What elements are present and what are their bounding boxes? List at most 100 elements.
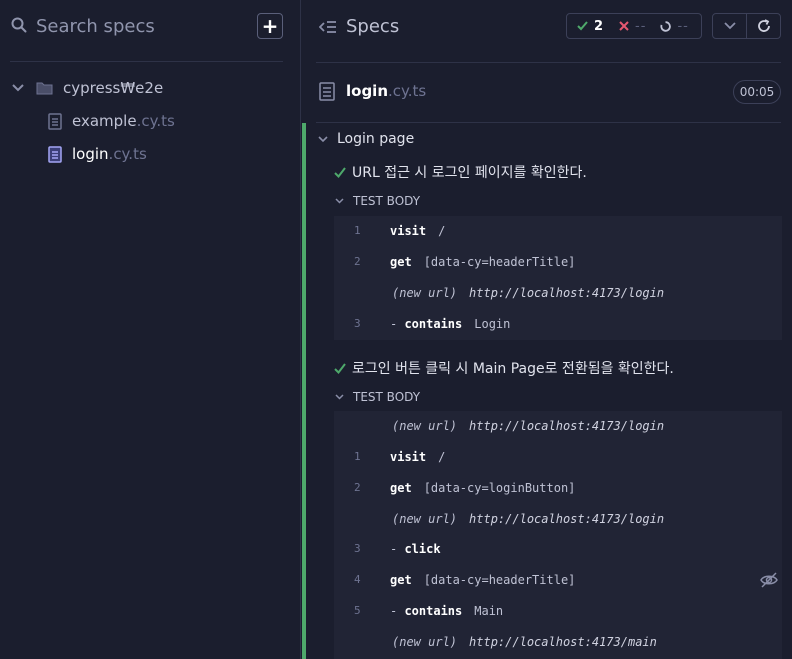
event-type: (new url) <box>392 635 458 649</box>
tree-folder-row[interactable]: cypress₩e2e <box>12 75 163 101</box>
command-message: [data-cy=headerTitle] <box>423 573 576 587</box>
sidebar-divider <box>10 61 283 62</box>
event-type: (new url) <box>392 512 458 526</box>
command-row[interactable]: 1 visit / <box>334 216 782 247</box>
file-icon <box>319 82 335 101</box>
event-row[interactable]: (new url) http://localhost:4173/login <box>334 504 782 535</box>
event-row[interactable]: (new url) http://localhost:4173/login <box>334 411 782 442</box>
specs-sidebar: + cypress₩e2e example.cy.ts login.cy.ts <box>0 0 301 659</box>
chevron-down-icon <box>335 198 344 204</box>
command-name: visit / <box>390 224 445 238</box>
duration-badge: 00:05 <box>733 80 781 104</box>
test-title-label: URL 접근 시 로그인 페이지를 확인한다. <box>352 165 587 181</box>
failed-stat: -- <box>613 19 646 34</box>
command-number: 1 <box>354 450 361 463</box>
check-icon <box>577 21 588 31</box>
header-controls <box>712 13 781 39</box>
test-title-label: 로그인 버튼 클릭 시 Main Page로 전환됨을 확인한다. <box>352 361 674 377</box>
event-url: http://localhost:4173/login <box>469 286 665 300</box>
search-icon <box>11 17 27 33</box>
command-message: / <box>438 450 446 464</box>
check-icon <box>334 166 346 178</box>
command-row[interactable]: 3 contains Login <box>334 309 782 340</box>
command-log: 1 visit / 2 get [data-cy=headerTitle] (new… <box>334 216 782 340</box>
event-url: http://localhost:4173/login <box>469 419 665 433</box>
event-label: (new url) http://localhost:4173/login <box>392 286 664 300</box>
pending-icon <box>660 20 672 32</box>
passed-count: 2 <box>594 18 604 34</box>
tree-file-row-active[interactable]: login .cy.ts <box>48 141 147 167</box>
test-title[interactable]: 로그인 버튼 클릭 시 Main Page로 전환됨을 확인한다. <box>334 358 674 378</box>
chevron-down-icon <box>335 394 344 400</box>
command-row[interactable]: 5 contains Main <box>334 596 782 627</box>
test-title[interactable]: URL 접근 시 로그인 페이지를 확인한다. <box>334 162 587 182</box>
command-name: click <box>390 542 453 556</box>
event-url: http://localhost:4173/main <box>469 635 657 649</box>
command-name: visit / <box>390 450 445 464</box>
command-number: 1 <box>354 224 361 237</box>
command-row[interactable]: 4 get [data-cy=headerTitle] <box>334 565 782 596</box>
search-input[interactable] <box>36 12 236 40</box>
add-spec-button[interactable]: + <box>257 13 283 39</box>
tree-file-row[interactable]: example .cy.ts <box>48 108 175 134</box>
command-name-label: contains <box>404 604 463 618</box>
specs-list-icon[interactable] <box>319 19 337 35</box>
command-name: contains Main <box>390 604 503 618</box>
chevron-down-icon <box>12 84 24 92</box>
test-body-toggle[interactable]: TEST BODY <box>335 194 420 208</box>
rerun-button[interactable] <box>746 14 780 38</box>
chevron-down-icon <box>318 135 328 142</box>
file-ext: .cy.ts <box>108 145 147 163</box>
command-name-label: visit <box>390 224 427 238</box>
header-divider <box>316 62 781 63</box>
spec-file-ext: .cy.ts <box>388 82 427 100</box>
x-icon <box>619 21 629 31</box>
command-name-label: click <box>404 542 441 556</box>
command-name: get [data-cy=headerTitle] <box>390 255 575 269</box>
command-log: (new url) http://localhost:4173/login 1 v… <box>334 411 782 659</box>
command-message: / <box>438 224 446 238</box>
command-message: [data-cy=loginButton] <box>423 481 576 495</box>
spec-file-row: login.cy.ts 00:05 <box>302 70 792 114</box>
event-type: (new url) <box>392 286 458 300</box>
file-icon <box>48 145 62 163</box>
command-row[interactable]: 1 visit / <box>334 442 782 473</box>
command-number: 2 <box>354 255 361 268</box>
command-row[interactable]: 3 click <box>334 534 782 565</box>
eye-slash-icon[interactable] <box>759 571 779 589</box>
event-row[interactable]: (new url) http://localhost:4173/login <box>334 278 782 309</box>
command-row[interactable]: 2 get [data-cy=loginButton] <box>334 473 782 504</box>
command-number: 2 <box>354 481 361 494</box>
command-name-label: visit <box>390 450 427 464</box>
specs-title[interactable]: Specs <box>346 16 399 37</box>
suite-title[interactable]: Login page <box>318 131 414 147</box>
command-name-label: get <box>390 573 412 587</box>
pending-stat: -- <box>656 19 688 34</box>
command-name-label: get <box>390 255 412 269</box>
test-stats: 2 -- -- <box>566 13 702 39</box>
event-label: (new url) http://localhost:4173/login <box>392 512 664 526</box>
suite-title-label: Login page <box>337 131 415 147</box>
event-url: http://localhost:4173/login <box>469 512 665 526</box>
chevron-down-icon <box>723 22 736 30</box>
command-message: [data-cy=headerTitle] <box>423 255 576 269</box>
refresh-icon <box>757 19 770 32</box>
file-icon <box>48 112 62 130</box>
collapse-button[interactable] <box>713 14 746 38</box>
event-label: (new url) http://localhost:4173/login <box>392 419 664 433</box>
pass-status-bar <box>302 123 306 659</box>
reporter-panel: Specs 2 -- -- login.cy.ts 00:05 Login pa… <box>302 0 792 659</box>
command-row[interactable]: 2 get [data-cy=headerTitle] <box>334 247 782 278</box>
command-message: Main <box>474 604 504 618</box>
failed-count: -- <box>635 18 647 34</box>
reporter-header: Specs 2 -- -- <box>302 0 792 56</box>
spec-file-name: login.cy.ts <box>346 82 426 100</box>
command-number: 3 <box>354 317 361 330</box>
pending-count: -- <box>677 18 689 34</box>
event-row[interactable]: (new url) http://localhost:4173/main <box>334 627 782 658</box>
test-body-label: TEST BODY <box>353 194 421 208</box>
event-label: (new url) http://localhost:4173/main <box>392 635 657 649</box>
spec-file-basename: login <box>346 82 389 100</box>
command-number: 4 <box>354 573 361 586</box>
test-body-toggle[interactable]: TEST BODY <box>335 390 420 404</box>
